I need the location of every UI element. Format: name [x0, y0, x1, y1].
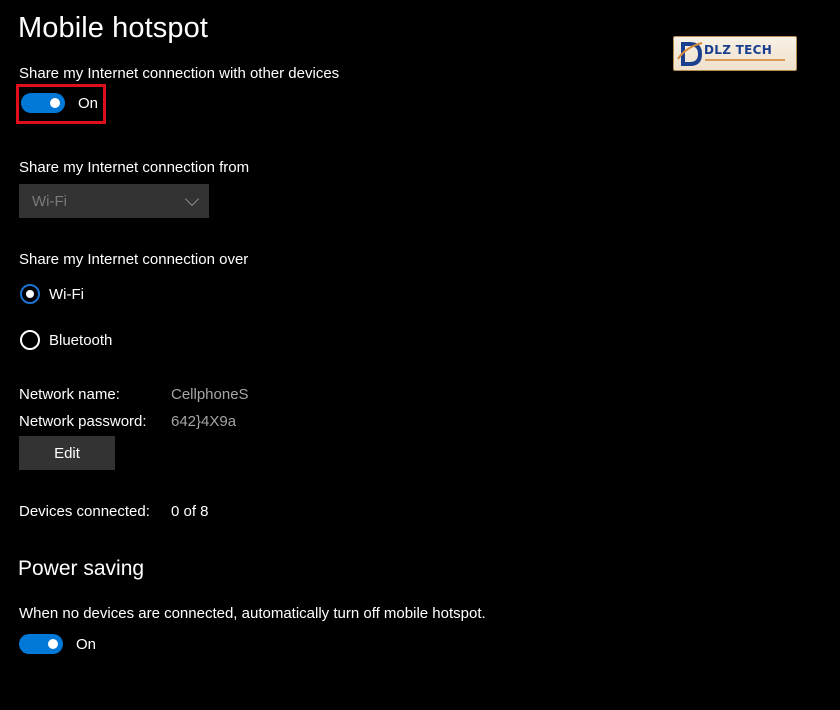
devices-connected-label: Devices connected: — [19, 503, 150, 520]
radio-option-bluetooth[interactable]: Bluetooth — [20, 330, 112, 350]
chevron-down-icon — [184, 191, 200, 206]
power-saving-description: When no devices are connected, automatic… — [19, 605, 486, 622]
highlight-annotation — [16, 84, 106, 124]
toggle-knob — [48, 639, 58, 649]
power-saving-toggle-row[interactable]: On — [19, 634, 96, 654]
power-saving-toggle-state: On — [76, 635, 97, 653]
page-title: Mobile hotspot — [18, 12, 209, 44]
radio-dot — [26, 290, 34, 298]
logo-text: DLZ TECH — [704, 43, 773, 57]
radio-button-wifi[interactable] — [20, 284, 40, 304]
network-password-value: 642}4X9a — [171, 413, 237, 430]
network-name-value: CellphoneS — [171, 386, 249, 403]
radio-button-bluetooth[interactable] — [20, 330, 40, 350]
share-from-dropdown[interactable]: Wi-Fi — [19, 184, 209, 218]
power-saving-toggle[interactable] — [19, 634, 63, 654]
radio-label-wifi: Wi-Fi — [49, 285, 84, 303]
network-name-label: Network name: — [19, 386, 120, 403]
radio-option-wifi[interactable]: Wi-Fi — [20, 284, 84, 304]
devices-connected-value: 0 of 8 — [171, 503, 209, 520]
edit-button[interactable]: Edit — [19, 436, 115, 470]
power-saving-title: Power saving — [18, 557, 145, 580]
share-over-label: Share my Internet connection over — [19, 251, 249, 268]
share-connection-label: Share my Internet connection with other … — [19, 65, 340, 82]
share-from-selected: Wi-Fi — [32, 192, 67, 210]
dlz-tech-logo: DLZ TECH — [673, 36, 797, 71]
radio-label-bluetooth: Bluetooth — [49, 331, 113, 349]
logo-underline — [705, 59, 785, 61]
share-from-label: Share my Internet connection from — [19, 159, 250, 176]
network-password-label: Network password: — [19, 413, 147, 430]
